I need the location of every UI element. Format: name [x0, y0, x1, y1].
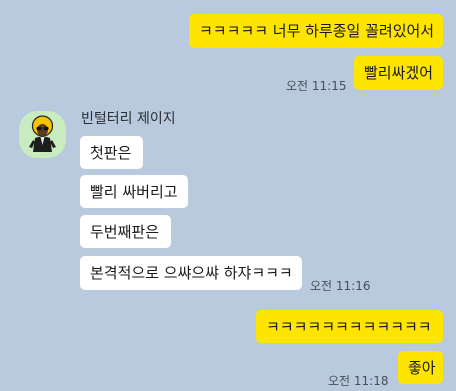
- incoming-message-bubble[interactable]: 빨리 싸버리고: [80, 175, 188, 208]
- message-timestamp: 오전 11:18: [328, 374, 389, 388]
- message-timestamp: 오전 11:16: [310, 279, 371, 293]
- sender-name: 빈털터리 제이지: [81, 111, 176, 127]
- message-timestamp: 오전 11:15: [286, 79, 347, 93]
- incoming-message-bubble[interactable]: 첫판은: [80, 136, 143, 169]
- outgoing-message-bubble[interactable]: 좋아: [398, 351, 443, 384]
- incoming-message-bubble[interactable]: 두번째판은: [80, 215, 171, 248]
- sender-avatar[interactable]: [19, 111, 66, 158]
- outgoing-message-bubble[interactable]: 빨리싸겠어: [354, 56, 443, 90]
- profile-avatar-icon: [29, 115, 56, 152]
- outgoing-message-bubble[interactable]: ㅋㅋㅋㅋㅋ 너무 하루종일 꼴려있어서: [189, 14, 443, 48]
- chat-room: ㅋㅋㅋㅋㅋ 너무 하루종일 꼴려있어서 빨리싸겠어 오전 11:15 빈털터리 …: [0, 0, 456, 391]
- incoming-message-bubble[interactable]: 본격적으로 으쌰으쌰 하쟈ㅋㅋㅋ: [80, 256, 302, 290]
- outgoing-message-bubble[interactable]: ㅋㅋㅋㅋㅋㅋㅋㅋㅋㅋㅋㅋ: [256, 310, 443, 343]
